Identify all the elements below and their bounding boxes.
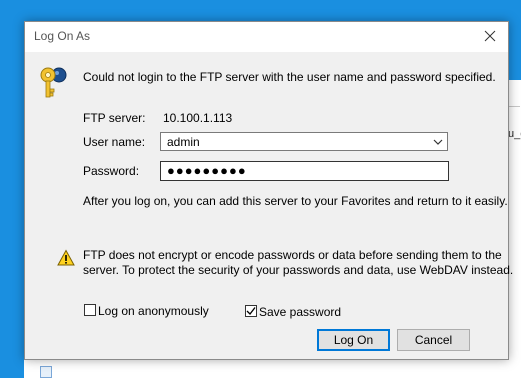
warning-icon [57,249,75,266]
cancel-button[interactable]: Cancel [397,329,470,351]
anonymous-checkbox[interactable] [84,304,96,316]
file-icon [40,366,52,378]
save-password-label[interactable]: Save password [259,305,341,319]
log-on-button[interactable]: Log On [317,329,390,351]
dialog-title: Log On As [34,29,91,43]
title-bar: Log On As [25,22,508,52]
desktop-area [0,30,24,378]
password-field[interactable]: ●●●●●●●●● [160,161,449,181]
close-button[interactable] [472,22,508,50]
anonymous-label[interactable]: Log on anonymously [98,304,209,318]
password-mask: ●●●●●●●●● [167,163,247,178]
keys-icon [40,67,67,98]
save-password-checkbox[interactable] [245,305,257,317]
close-icon [484,30,496,42]
username-value: admin [167,135,200,149]
password-label: Password: [83,164,140,178]
ftp-server-value: 10.100.1.113 [163,111,233,125]
log-on-as-dialog: Log On As Could not login to the FTP ser… [24,21,513,360]
security-warning: FTP does not encrypt or encode passwords… [83,248,513,278]
checkmark-icon [246,307,256,315]
ftp-server-label: FTP server: [83,111,146,125]
background-partial-text: u_e [508,128,521,140]
username-combobox[interactable]: admin [160,132,448,151]
dialog-content: Could not login to the FTP server with t… [25,52,513,359]
error-message: Could not login to the FTP server with t… [83,70,496,84]
background-window-bottom [24,360,506,378]
chevron-down-icon[interactable] [433,138,443,146]
warning-line: server. To protect the security of your … [83,263,514,277]
username-label: User name: [83,135,146,149]
favorites-info: After you log on, you can add this serve… [83,194,508,208]
warning-line: FTP does not encrypt or encode passwords… [83,248,502,262]
